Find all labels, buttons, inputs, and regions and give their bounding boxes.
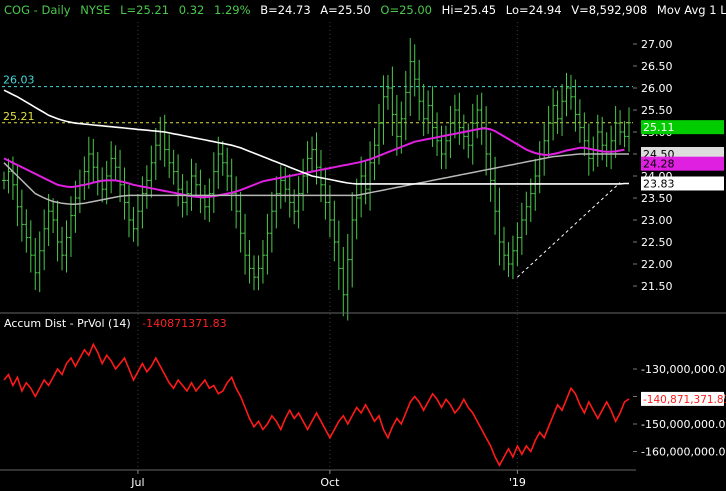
price-tick-label: 21.50 (641, 280, 673, 293)
header-exchange: NYSE (80, 3, 110, 17)
header-last: L=25.21 (120, 3, 169, 17)
level-label: 26.03 (3, 74, 35, 87)
price-tick-label: 22.50 (641, 236, 673, 249)
price-tick-label: 26.00 (641, 82, 673, 95)
header-symbol: COG (4, 3, 30, 17)
indicator-title-line: Accum Dist - PrVol (14) -140871371.83 (4, 317, 227, 330)
header-study: Mov Avg 1 Line (Close (657, 3, 726, 17)
last-value-text: 25.11 (643, 121, 675, 134)
x-tick-label: '19 (509, 476, 526, 489)
header-open: O=25.00 (380, 3, 432, 17)
header-interval: Daily (41, 3, 70, 17)
header-low: Lo=24.94 (506, 3, 562, 17)
stock-chart: COG - Daily NYSE L=25.21 0.32 1.29% B=24… (0, 0, 726, 491)
price-tick-label: 23.50 (641, 192, 673, 205)
price-tick-label: 23.00 (641, 214, 673, 227)
indicator-title: Accum Dist - PrVol (14) (4, 317, 131, 330)
x-tick-label: Jul (130, 476, 144, 489)
ad-tick-label: -130,000,000.00 (641, 363, 726, 376)
last-value-text: 23.83 (643, 177, 675, 190)
last-value-text: 24.28 (643, 158, 675, 171)
header-bid: B=24.73 (260, 3, 310, 17)
price-tick-label: 27.00 (641, 38, 673, 51)
header-change: 0.32 (179, 3, 205, 17)
header-change-pct: 1.29% (214, 3, 251, 17)
ad-last-value-text: -140,871,371.83 (643, 394, 726, 406)
header-line: COG - Daily NYSE L=25.21 0.32 1.29% B=24… (4, 3, 726, 17)
indicator-value: -140871371.83 (142, 317, 226, 330)
ad-tick-label: -160,000,000.00 (641, 446, 726, 459)
price-tick-label: 25.50 (641, 104, 673, 117)
header-volume: V=8,592,908 (571, 3, 647, 17)
price-tick-label: 22.00 (641, 258, 673, 271)
header-high: Hi=25.45 (442, 3, 496, 17)
header-ask: A=25.50 (320, 3, 370, 17)
x-tick-label: Oct (320, 476, 340, 489)
price-tick-label: 26.50 (641, 60, 673, 73)
header-sep: - (34, 3, 42, 17)
level-label: 25.21 (3, 110, 35, 123)
ad-tick-label: -150,000,000.00 (641, 418, 726, 431)
